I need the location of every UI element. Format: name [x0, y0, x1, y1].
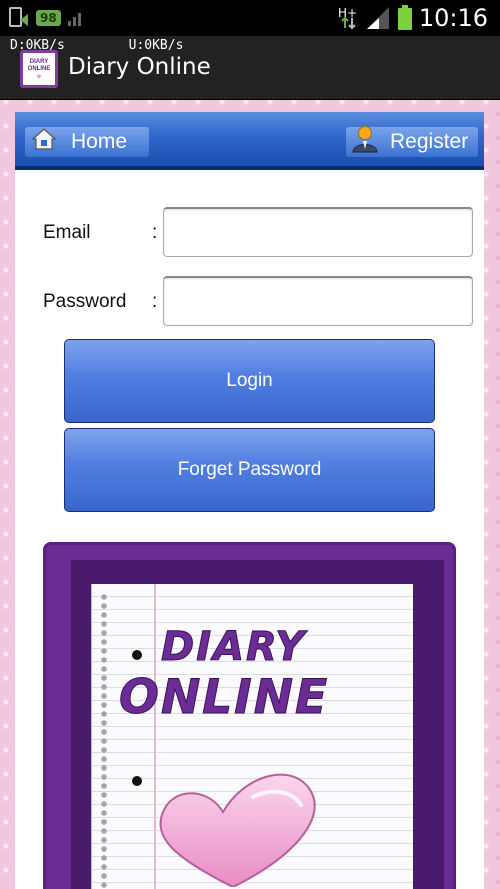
- heart-icon: [113, 757, 353, 889]
- spiral-binding: [94, 592, 114, 889]
- forget-password-button[interactable]: Forget Password: [64, 428, 435, 512]
- home-button[interactable]: Home: [25, 127, 149, 157]
- usb-debug-icon: [8, 6, 30, 30]
- home-label: Home: [71, 130, 128, 153]
- network-type-icon: H+: [337, 4, 359, 32]
- wifi-signal-icon: [67, 9, 85, 27]
- nav-bar: Home Register: [15, 112, 484, 170]
- battery-level-badge: 98: [36, 10, 61, 26]
- email-label: Email: [43, 222, 91, 243]
- banner-line-1: DIARY: [160, 624, 307, 671]
- password-field[interactable]: [163, 276, 473, 326]
- main-page: Home Register Email : Password : Login F…: [15, 112, 484, 889]
- app-bar: D:0KB/s U:0KB/s DIARY ONLINE ♥ Diary Onl…: [0, 36, 500, 100]
- user-icon: [350, 125, 380, 159]
- app-title: Diary Online: [68, 54, 211, 80]
- home-icon: [31, 127, 57, 157]
- password-label: Password: [43, 291, 127, 312]
- status-clock: 10:16: [418, 4, 488, 32]
- register-label: Register: [390, 130, 469, 153]
- email-colon: :: [152, 222, 158, 243]
- app-logo-heart-icon: ♥: [36, 71, 42, 81]
- app-logo: DIARY ONLINE ♥: [20, 50, 58, 88]
- diary-notebook-banner: DIARY ONLINE: [43, 542, 456, 889]
- app-logo-text-1: DIARY: [29, 58, 49, 65]
- banner-line-2: ONLINE: [118, 670, 330, 726]
- register-button[interactable]: Register: [346, 125, 478, 159]
- cell-signal-icon: [365, 5, 391, 31]
- login-button[interactable]: Login: [64, 339, 435, 423]
- battery-icon: [397, 4, 413, 32]
- network-type-text: H+: [338, 6, 357, 20]
- upload-speed: U:0KB/s: [128, 38, 184, 53]
- password-colon: :: [152, 291, 158, 312]
- status-bar: 98 H+ 10:16: [0, 0, 500, 36]
- binder-hole: [132, 650, 142, 660]
- email-field[interactable]: [163, 207, 473, 257]
